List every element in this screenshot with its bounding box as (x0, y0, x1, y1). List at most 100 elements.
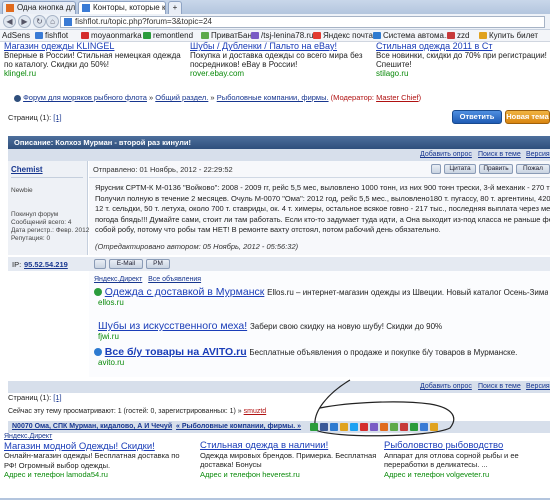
bookmark-label: zzd (457, 31, 470, 40)
bookmark-item[interactable]: Система автома... (372, 30, 451, 41)
quote-icon[interactable] (431, 164, 441, 174)
author-reputation: Репутация: 0 (11, 235, 51, 242)
search-topic-link[interactable]: Поиск в теме (478, 381, 521, 393)
quote-button[interactable]: Цитата (444, 164, 476, 174)
forward-icon[interactable]: ▶ (18, 15, 31, 28)
pm-button[interactable]: PM (146, 259, 170, 269)
ad-url[interactable]: Адрес и телефон lamoda54.ru (4, 470, 186, 480)
edit-button[interactable]: Править (479, 164, 513, 174)
ad-url[interactable]: fjwi.ru (98, 332, 548, 341)
bookmark-icon (479, 32, 487, 39)
ad-title-link[interactable]: Шубы / Дубленки / Пальто на eBay! (190, 42, 370, 51)
bookmark-label: ПриватБанк (211, 31, 256, 40)
share-icon[interactable] (420, 423, 428, 431)
ad-url[interactable]: Адрес и телефон heverest.ru (200, 470, 380, 480)
ad-url[interactable]: ellos.ru (98, 298, 548, 307)
share-icon[interactable] (340, 423, 348, 431)
direct-ad: Одежда с доставкой в Мурманск Ellos.ru –… (94, 286, 548, 307)
bookmark-item[interactable]: /tsj-lenina78.ru (250, 30, 313, 41)
ad-url[interactable]: stilago.ru (376, 69, 550, 78)
pm-label: PM (153, 260, 163, 267)
ad-url[interactable]: Адрес и телефон volgeveter.ru (384, 470, 550, 480)
ip-link[interactable]: 95.52.54.219 (24, 260, 68, 269)
ad-title-link[interactable]: Магазин одежды KLINGEL (4, 42, 182, 51)
ad-title-link[interactable]: Магазин модной Одежды! Скидки! (4, 441, 186, 452)
ad-title-link[interactable]: Стильная одежда 2011 в Ст (376, 42, 550, 51)
direct-label-link[interactable]: Яндекс.Директ (94, 276, 142, 283)
reload-icon[interactable]: ↻ (33, 15, 46, 28)
bookmark-item[interactable]: AdSens (2, 30, 30, 41)
pages-label: Страниц (1): (8, 113, 52, 122)
bookmark-item[interactable]: fishflot (34, 30, 68, 41)
ad-icon (94, 348, 102, 357)
moderator-link[interactable]: Master Chief (376, 93, 419, 102)
print-version-link[interactable]: Версия для п (526, 381, 550, 393)
ad-description: Вперные в России! Стильная немецкая одеж… (4, 51, 181, 69)
share-icon[interactable] (380, 423, 388, 431)
ad-title-link[interactable]: Рыболовство рыбоводство (384, 441, 550, 451)
url-input[interactable]: fishflot.ru/topic.php?forum=3&topic=24 (60, 16, 545, 28)
ad-description: Ellos.ru – интернет-магазин одежды из Шв… (267, 288, 548, 297)
breadcrumb-section[interactable]: Общий раздел. (155, 93, 208, 102)
ad-title-link[interactable]: Все б/у товары на AVITO.ru (105, 346, 247, 358)
back-icon[interactable]: ◀ (3, 15, 16, 28)
ad-description: Аппарат для отлова сорной рыбы и ее пере… (384, 450, 519, 470)
ad-description: Покупка и доставка одежды со всего мира … (190, 51, 363, 69)
profile-icon[interactable] (94, 259, 106, 269)
add-poll-link[interactable]: Добавить опрос (420, 149, 472, 161)
ad-description: Одежда мировых брендов. Примерка. Беспла… (200, 450, 377, 470)
author-topic-starter: Покинул форум (11, 211, 59, 218)
bookmark-item[interactable]: moyaonmarka (80, 30, 142, 41)
top-ad-1: Магазин одежды KLINGEL Вперные в России!… (4, 42, 182, 79)
ad-title-link[interactable]: Стильная одежда в наличии! (200, 441, 380, 451)
author-link[interactable]: Chemist (11, 165, 43, 174)
share-icon[interactable] (410, 423, 418, 431)
post-line: погода блядь!!! Думайте сами, стоит ли т… (95, 214, 550, 224)
direct-label-link[interactable]: Яндекс.Директ (4, 433, 52, 440)
home-icon[interactable]: ⌂ (46, 15, 59, 28)
bookmark-icon (81, 32, 89, 39)
ad-url[interactable]: rover.ebay.com (190, 69, 370, 78)
section-link[interactable]: « Рыболовные компании, фирмы. » (176, 421, 301, 433)
reply-button[interactable]: Ответить (452, 110, 502, 124)
page-link[interactable]: [1] (53, 393, 61, 402)
tab-1[interactable]: Одна кнопка для всех (2, 1, 76, 14)
print-version-link[interactable]: Версия для п (526, 149, 550, 161)
share-icon[interactable] (330, 423, 338, 431)
bottom-ad-2: Стильная одежда в наличии! Одежда мировы… (200, 441, 380, 479)
share-icon[interactable] (350, 423, 358, 431)
ad-title-link[interactable]: Одежда с доставкой в Мурманск (105, 286, 265, 298)
complain-button[interactable]: Пожал (516, 164, 550, 174)
post-divider (89, 177, 550, 178)
bookmark-item[interactable]: remontlend (142, 30, 193, 41)
share-icon[interactable] (320, 423, 328, 431)
bookmark-label: Купить билет (489, 31, 539, 40)
bookmark-item[interactable]: zzd (446, 30, 469, 41)
bookmark-item[interactable]: Купить билет (478, 30, 538, 41)
quote-label: Цитата (449, 165, 471, 172)
share-icon[interactable] (390, 423, 398, 431)
page-link[interactable]: [1] (53, 113, 61, 122)
email-button[interactable]: E-Mail (109, 259, 143, 269)
viewer-link[interactable]: smuztd (244, 408, 267, 415)
share-icon[interactable] (400, 423, 408, 431)
search-topic-link[interactable]: Поиск в теме (478, 149, 521, 161)
share-icon[interactable] (370, 423, 378, 431)
ad-title-link[interactable]: Шубы из искусственного меха! (98, 320, 247, 332)
bookmark-item[interactable]: Яндекс почта (312, 30, 373, 41)
breadcrumb-subsection[interactable]: Рыболовные компании, фирмы. (217, 93, 329, 102)
share-icon[interactable] (310, 423, 318, 431)
share-icon[interactable] (360, 423, 368, 431)
tab-2[interactable]: Конторы, которые кид (78, 1, 166, 14)
new-tab-button[interactable]: + (168, 1, 182, 14)
share-icon[interactable] (430, 423, 438, 431)
direct-ad: Все б/у товары на AVITO.ru Бесплатные об… (94, 346, 548, 367)
ad-url[interactable]: klingel.ru (4, 69, 182, 78)
all-ads-link[interactable]: Все объявления (148, 276, 201, 283)
bookmark-label: moyaonmarka (91, 31, 142, 40)
breadcrumb-forum[interactable]: Форум для моряков рыбного флота (23, 93, 147, 102)
author-reg-date: Дата регистр.: Февр. 2012 (11, 227, 90, 234)
bookmark-item[interactable]: ПриватБанк (200, 30, 255, 41)
ad-url[interactable]: avito.ru (98, 358, 548, 367)
new-topic-button[interactable]: Новая тема (505, 110, 550, 124)
